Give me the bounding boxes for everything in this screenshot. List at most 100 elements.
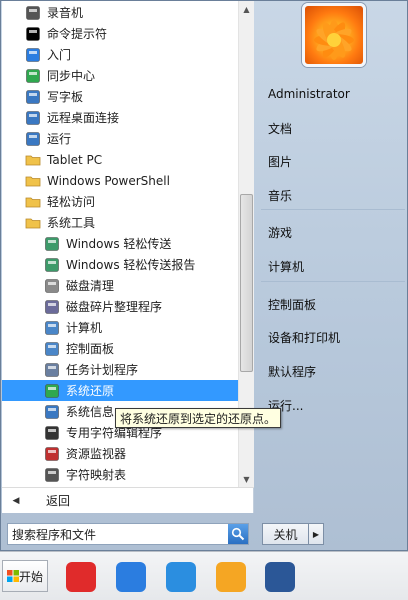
program-item[interactable]: 系统工具 <box>2 212 238 233</box>
program-item[interactable]: 磁盘碎片整理程序 <box>2 296 238 317</box>
start-label: 开始 <box>18 569 43 584</box>
program-item[interactable]: 运行 <box>2 128 238 149</box>
right-pane: Administrator 文档图片音乐游戏计算机控制面板设备和打印机默认程序运行… <box>259 1 407 513</box>
right-menu-item[interactable]: 文档 <box>259 113 407 143</box>
search-box[interactable]: 搜索程序和文件 <box>7 523 249 545</box>
programs-pane: 录音机命令提示符入门同步中心写字板远程桌面连接 运行 Tablet PC Window… <box>2 1 254 513</box>
shutdown-button[interactable]: 关机 <box>262 523 309 545</box>
right-menu-item[interactable]: 音乐 <box>259 180 407 210</box>
program-label: 轻松访问 <box>47 195 96 209</box>
char-map-icon <box>44 467 60 483</box>
right-menu-label: 图片 <box>268 154 293 169</box>
tooltip: 将系统还原到选定的还原点。 <box>115 408 282 428</box>
easy-transfer-icon <box>44 236 60 252</box>
back-arrow-icon: ◀ <box>12 495 20 506</box>
right-menu-label: 音乐 <box>268 188 293 203</box>
program-label: 入门 <box>47 48 72 62</box>
right-menu-item[interactable]: 计算机 <box>259 251 407 281</box>
task-scheduler-icon <box>44 362 60 378</box>
program-item[interactable]: Windows PowerShell <box>2 170 238 191</box>
word-icon[interactable] <box>265 562 295 592</box>
program-label: Tablet PC <box>47 152 103 167</box>
resource-monitor-icon <box>44 446 60 462</box>
app-store-icon[interactable] <box>216 562 246 592</box>
program-item[interactable]: 命令提示符 <box>2 23 238 44</box>
scroll-up-icon[interactable]: ▲ <box>239 1 254 17</box>
folder-icon <box>25 194 41 210</box>
back-label: 返回 <box>46 494 71 508</box>
sync-center-icon <box>25 68 41 84</box>
program-label: 控制面板 <box>66 342 115 356</box>
right-menu-item[interactable]: 运行... <box>259 390 407 420</box>
right-menu-item[interactable]: 默认程序 <box>259 356 407 386</box>
microphone-icon <box>25 5 41 21</box>
search-input[interactable]: 搜索程序和文件 <box>8 526 228 543</box>
run-icon <box>25 131 41 147</box>
program-item[interactable]: 同步中心 <box>2 65 238 86</box>
cloud-drive-icon[interactable] <box>166 562 196 592</box>
program-item[interactable]: 远程桌面连接 <box>2 107 238 128</box>
program-label: 写字板 <box>47 90 84 104</box>
program-item[interactable]: Windows 轻松传送 <box>2 233 238 254</box>
start-button[interactable]: 开始 <box>2 560 48 592</box>
program-label: 磁盘碎片整理程序 <box>66 300 163 314</box>
program-label: 磁盘清理 <box>66 279 115 293</box>
program-label: 运行 <box>47 132 72 146</box>
program-label: 系统信息 <box>66 405 115 419</box>
program-item[interactable]: 系统还原 <box>2 380 238 401</box>
shutdown-options-icon[interactable]: ▶ <box>308 523 324 545</box>
start-menu: 录音机命令提示符入门同步中心写字板远程桌面连接 运行 Tablet PC Window… <box>0 0 408 551</box>
program-item[interactable]: 资源监视器 <box>2 443 238 464</box>
menu-separator <box>261 281 405 282</box>
right-menu-item[interactable]: 图片 <box>259 146 407 176</box>
program-label: 资源监视器 <box>66 447 127 461</box>
windows-logo-icon <box>6 570 19 582</box>
program-label: 命令提示符 <box>47 27 108 41</box>
program-label: Windows PowerShell <box>47 173 170 188</box>
netease-music-icon[interactable] <box>66 562 96 592</box>
program-item[interactable]: Tablet PC <box>2 149 238 170</box>
program-label: 任务计划程序 <box>66 363 139 377</box>
program-label: 系统还原 <box>66 384 115 398</box>
right-menu-item[interactable]: 设备和打印机 <box>259 322 407 352</box>
program-item[interactable]: 写字板 <box>2 86 238 107</box>
scroll-down-icon[interactable]: ▼ <box>239 471 254 487</box>
char-editor-icon <box>44 425 60 441</box>
folder-icon <box>25 152 41 168</box>
program-item[interactable]: 磁盘清理 <box>2 275 238 296</box>
defrag-icon <box>44 299 60 315</box>
search-icon[interactable] <box>228 524 248 544</box>
scroll-thumb[interactable] <box>240 194 253 372</box>
program-label: 同步中心 <box>47 69 96 83</box>
user-avatar[interactable] <box>302 3 366 67</box>
program-label: 远程桌面连接 <box>47 111 120 125</box>
program-item[interactable]: 字符映射表 <box>2 464 238 485</box>
program-item[interactable]: 录音机 <box>2 2 238 23</box>
program-item[interactable]: 入门 <box>2 44 238 65</box>
program-label: Windows 轻松传送 <box>66 237 172 251</box>
cmd-icon <box>25 26 41 42</box>
program-label: 计算机 <box>66 321 103 335</box>
right-menu-item[interactable]: 控制面板 <box>259 289 407 319</box>
control-panel-icon <box>44 341 60 357</box>
system-restore-icon <box>44 383 60 399</box>
folder-open-icon <box>25 215 41 231</box>
right-menu-item[interactable]: 游戏 <box>259 217 407 247</box>
program-label: 字符映射表 <box>66 468 127 482</box>
back-button[interactable]: ◀ 返回 <box>2 487 254 513</box>
right-menu-item[interactable]: Administrator <box>259 79 407 109</box>
program-label: 系统工具 <box>47 216 96 230</box>
program-item[interactable]: 轻松访问 <box>2 191 238 212</box>
program-item[interactable]: Windows 轻松传送报告 <box>2 254 238 275</box>
program-item[interactable]: 控制面板 <box>2 338 238 359</box>
right-menu-label: 设备和打印机 <box>268 330 341 345</box>
tooltip-text: 将系统还原到选定的还原点。 <box>120 411 277 426</box>
folder-icon <box>25 173 41 189</box>
program-item[interactable]: 计算机 <box>2 317 238 338</box>
system-info-icon <box>44 404 60 420</box>
menu-separator <box>261 209 405 210</box>
right-menu-label: 计算机 <box>268 259 305 274</box>
program-item[interactable]: 任务计划程序 <box>2 359 238 380</box>
disk-cleanup-icon <box>44 278 60 294</box>
sogou-input-icon[interactable] <box>116 562 146 592</box>
